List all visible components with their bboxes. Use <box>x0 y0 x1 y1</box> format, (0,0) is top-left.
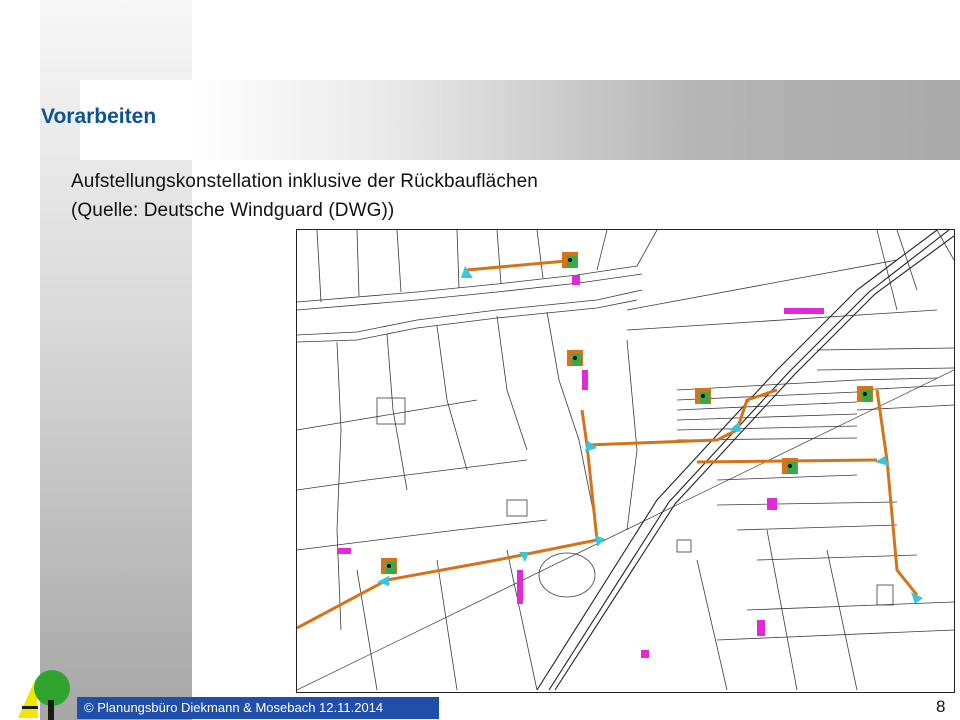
footer-copyright: © Planungsbüro Diekmann & Mosebach 12.11… <box>77 697 439 719</box>
turbine-sites <box>381 252 873 574</box>
slide-title: Vorarbeiten <box>41 105 157 128</box>
subtitle-line-2: (Quelle: Deutsche Windguard (DWG)) <box>71 200 395 221</box>
site-plan-drawing <box>297 230 954 691</box>
turn-areas <box>377 266 923 604</box>
page-number: 8 <box>936 697 946 716</box>
subtitle-line-1: Aufstellungskonstellation inklusive der … <box>71 171 538 192</box>
site-plan-map <box>296 229 955 693</box>
header-gradient-band <box>80 80 960 160</box>
removal-areas <box>337 275 824 658</box>
company-logo-icon <box>18 670 70 720</box>
